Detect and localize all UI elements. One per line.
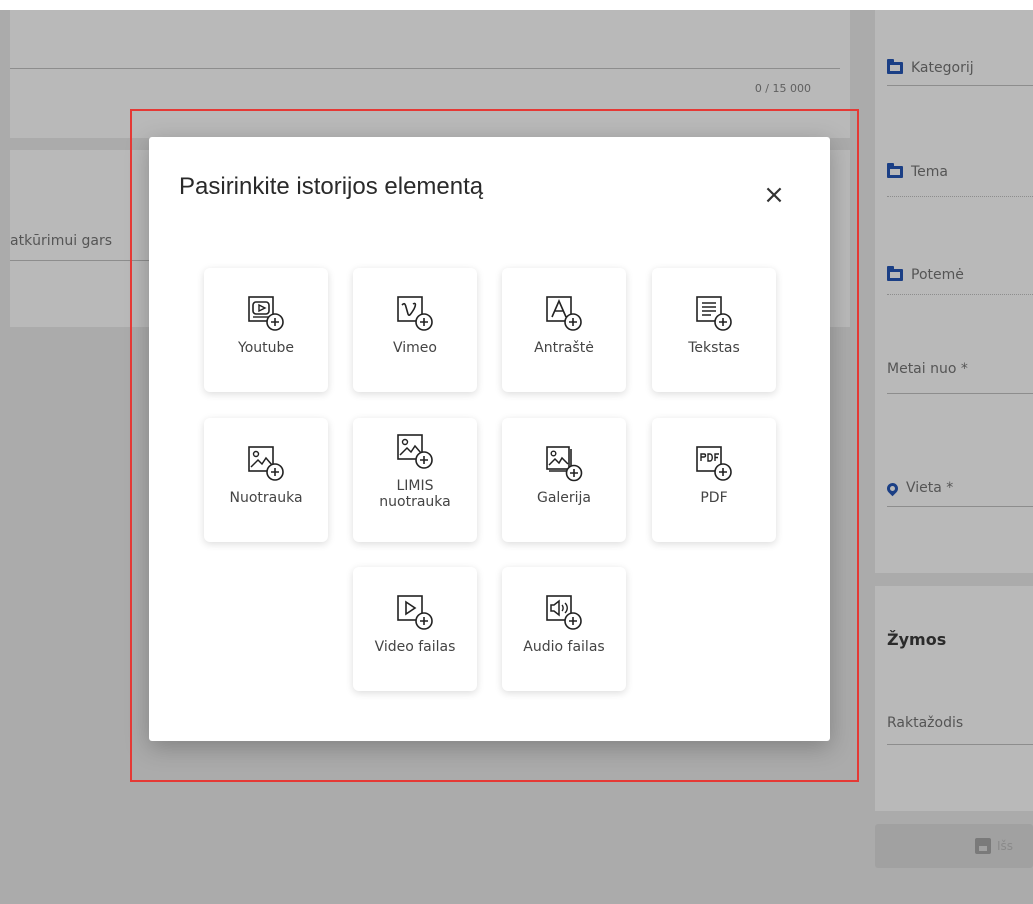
audio-field-underline: [10, 260, 150, 261]
tile-label: LIMIS nuotrauka: [379, 478, 451, 510]
location-pin-icon: [884, 480, 901, 496]
tags-title: Žymos: [887, 630, 947, 649]
text-add-icon: [696, 296, 732, 331]
youtube-add-icon: [248, 296, 284, 331]
tile-vimeo[interactable]: Vimeo: [353, 268, 477, 392]
vimeo-add-icon: [397, 296, 433, 331]
tile-label: Tekstas: [688, 340, 740, 356]
tile-label: Nuotrauka: [229, 490, 303, 506]
save-disk-icon: [975, 838, 991, 854]
tile-label: Galerija: [536, 490, 592, 506]
modal-title: Pasirinkite istorijos elementą: [179, 173, 484, 200]
keyword-underline: [887, 744, 1033, 745]
keyword-field[interactable]: Raktažodis: [887, 715, 963, 731]
tile-video-file[interactable]: Video failas: [353, 567, 477, 691]
pdf-add-icon: [696, 446, 732, 481]
tile-gallery[interactable]: Galerija: [502, 418, 626, 542]
tile-label: Youtube: [238, 340, 294, 356]
tile-label: Vimeo: [393, 340, 437, 356]
topic-field[interactable]: Tema: [887, 163, 949, 180]
tile-label: Antraštė: [534, 340, 594, 356]
folder-icon: [887, 59, 903, 74]
category-underline: [887, 85, 1033, 86]
close-icon[interactable]: ×: [760, 181, 788, 209]
location-label: Vieta *: [906, 480, 954, 496]
tile-youtube[interactable]: Youtube: [204, 268, 328, 392]
gallery-add-icon: [546, 446, 583, 482]
category-label: Kategorij: [911, 60, 974, 76]
top-bar: [0, 0, 1033, 10]
char-counter: 0 / 15 000: [754, 82, 811, 95]
tile-heading[interactable]: Antraštė: [502, 268, 626, 392]
tile-audio-file[interactable]: Audio failas: [502, 567, 626, 691]
keyword-label: Raktažodis: [887, 715, 964, 731]
subtopic-underline: [887, 294, 1033, 295]
tile-limis-image[interactable]: LIMIS nuotrauka: [353, 418, 477, 542]
location-field[interactable]: Vieta *: [884, 480, 954, 496]
audio-field-text: atkūrimui gars: [10, 233, 113, 249]
description-card: [10, 10, 850, 138]
save-button-label: Išs: [997, 839, 1014, 853]
tile-image[interactable]: Nuotrauka: [204, 418, 328, 542]
tile-label: Video failas: [374, 639, 456, 655]
year-from-label: Metai nuo *: [887, 361, 968, 377]
category-field[interactable]: Kategorij: [887, 59, 974, 76]
year-from-underline: [887, 393, 1033, 394]
heading-add-icon: [546, 296, 582, 331]
topic-underline: [887, 196, 1033, 197]
tile-label: Audio failas: [523, 639, 605, 655]
tile-pdf[interactable]: PDF: [652, 418, 776, 542]
folder-icon: [887, 163, 903, 178]
save-button[interactable]: Išs: [875, 824, 1033, 868]
tags-panel: [875, 586, 1033, 811]
subtopic-field[interactable]: Potemė: [887, 266, 964, 283]
folder-icon: [887, 266, 903, 281]
subtopic-label: Potemė: [911, 267, 964, 283]
story-element-modal: Pasirinkite istorijos elementą × Youtube…: [149, 137, 830, 741]
year-from-field[interactable]: Metai nuo *: [887, 361, 968, 377]
audio-file-add-icon: [546, 595, 582, 630]
tile-label: PDF: [700, 490, 728, 506]
location-underline: [887, 506, 1033, 507]
video-file-add-icon: [397, 595, 433, 630]
limis-image-add-icon: [397, 434, 433, 469]
tile-text[interactable]: Tekstas: [652, 268, 776, 392]
image-add-icon: [248, 446, 284, 481]
description-underline: [10, 68, 840, 69]
topic-label: Tema: [911, 164, 949, 180]
